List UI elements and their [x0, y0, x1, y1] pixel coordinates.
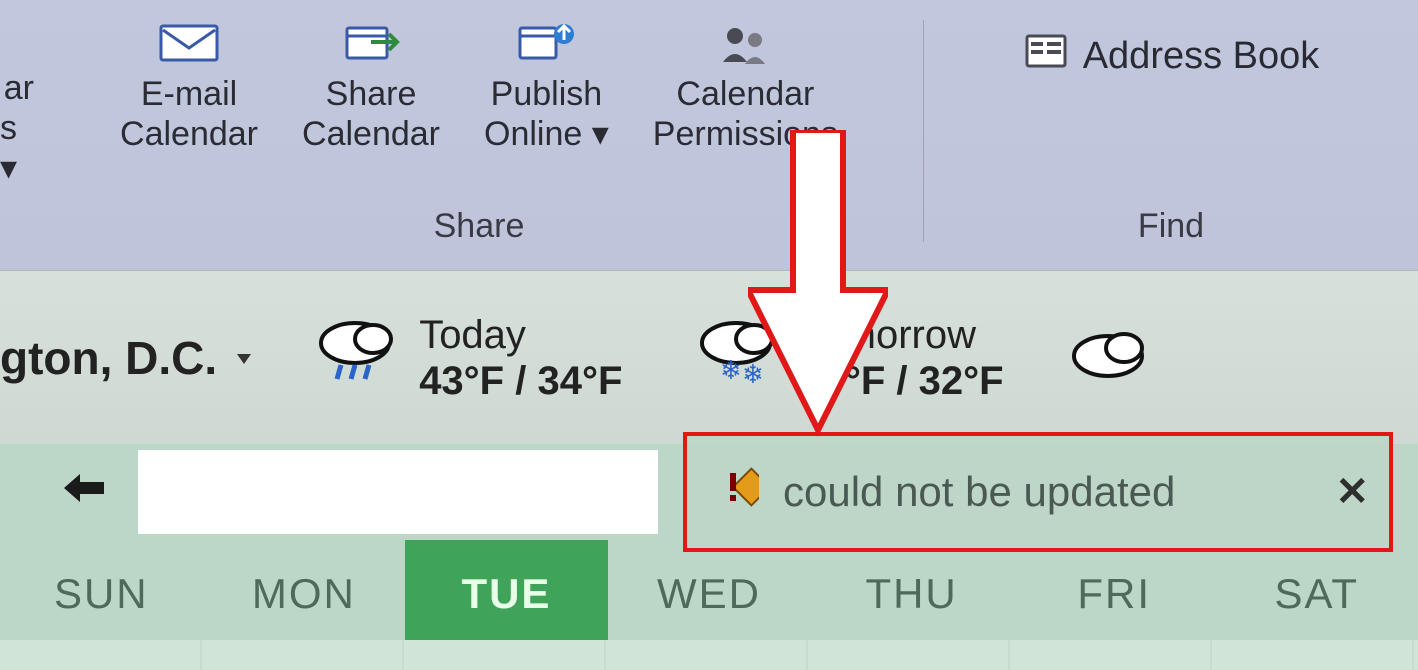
publish-online-button[interactable]: Publish Online ▾	[462, 12, 631, 154]
svg-text:❄: ❄	[720, 355, 742, 385]
address-book-icon	[1023, 32, 1069, 80]
ribbon-group-share: E-mail Calendar Share Calendar	[34, 12, 924, 270]
previous-week-button[interactable]	[60, 467, 108, 517]
weekday-header-row: SUNMONTUEWEDTHUFRISAT	[0, 540, 1418, 640]
clipped-text-2: s ▾	[0, 108, 34, 188]
calendar-permissions-label-1: Calendar	[676, 74, 814, 114]
share-calendar-label-2: Calendar	[302, 114, 440, 154]
calendar-header-area: could not be updated ✕ SUNMONTUEWEDTHUFR…	[0, 444, 1418, 670]
weekday-cell-thu[interactable]: THU	[810, 562, 1013, 618]
weather-location-dropdown[interactable]: gton, D.C.	[0, 331, 251, 385]
ribbon: ar s ▾ E-mail Calendar	[0, 0, 1418, 270]
dismiss-warning-button[interactable]: ✕	[1335, 469, 1369, 515]
publish-online-label-2: Online ▾	[484, 114, 609, 154]
email-calendar-label-2: Calendar	[120, 114, 258, 154]
weekday-cell-tue[interactable]: TUE	[405, 540, 608, 640]
snow-rain-icon: ❄ ❄	[692, 313, 782, 403]
calendar-sync-warning-text: could not be updated	[783, 468, 1175, 516]
weather-location-text: gton, D.C.	[0, 331, 217, 385]
weather-today-values: 43°F / 34°F	[419, 358, 622, 404]
svg-text:❄: ❄	[742, 359, 764, 389]
calendar-permissions-button[interactable]: Calendar Permissions	[631, 12, 860, 154]
address-book-label: Address Book	[1083, 35, 1320, 78]
weekday-cell-sat[interactable]: SAT	[1215, 562, 1418, 618]
email-calendar-icon	[157, 16, 221, 70]
cloud-icon	[1064, 318, 1154, 398]
email-calendar-label-1: E-mail	[141, 74, 237, 114]
ribbon-clipped-left: ar s ▾	[0, 12, 34, 188]
share-calendar-button[interactable]: Share Calendar	[280, 12, 462, 154]
weather-dayafter[interactable]	[1064, 318, 1154, 398]
publish-online-label-1: Publish	[491, 74, 603, 114]
weather-tomorrow[interactable]: ❄ ❄ Tomorrow 37°F / 32°F	[692, 312, 1003, 404]
publish-online-icon	[514, 16, 578, 70]
weekday-cell-wed[interactable]: WED	[608, 562, 811, 618]
weather-today-label: Today	[419, 312, 622, 358]
weather-bar: gton, D.C. Today 43°F / 34°F ❄ ❄	[0, 270, 1418, 444]
ribbon-group-find-label: Find	[924, 207, 1418, 246]
weekday-cell-sun[interactable]: SUN	[0, 562, 203, 618]
address-book-button[interactable]: Address Book	[995, 12, 1348, 80]
ribbon-group-find: Address Book Find	[924, 12, 1418, 270]
email-calendar-button[interactable]: E-mail Calendar	[98, 12, 280, 154]
calendar-sync-warning: could not be updated ✕	[683, 432, 1393, 552]
weekday-cell-mon[interactable]: MON	[203, 562, 406, 618]
calendar-grid-top	[0, 640, 1418, 670]
weather-tomorrow-values: 37°F / 32°F	[800, 358, 1003, 404]
weekday-cell-fri[interactable]: FRI	[1013, 562, 1216, 618]
calendar-permissions-label-2: Permissions	[653, 114, 838, 154]
calendar-title-redacted	[138, 450, 658, 534]
ribbon-group-share-label: Share	[34, 207, 924, 246]
share-calendar-icon	[339, 16, 403, 70]
rain-icon	[311, 313, 401, 403]
clipped-text-1: ar	[4, 68, 34, 108]
chevron-down-icon	[231, 335, 251, 380]
weather-tomorrow-label: Tomorrow	[800, 312, 1003, 358]
weather-today[interactable]: Today 43°F / 34°F	[311, 312, 622, 404]
warning-icon	[707, 461, 759, 523]
share-calendar-label-1: Share	[326, 74, 417, 114]
calendar-permissions-icon	[713, 16, 777, 70]
